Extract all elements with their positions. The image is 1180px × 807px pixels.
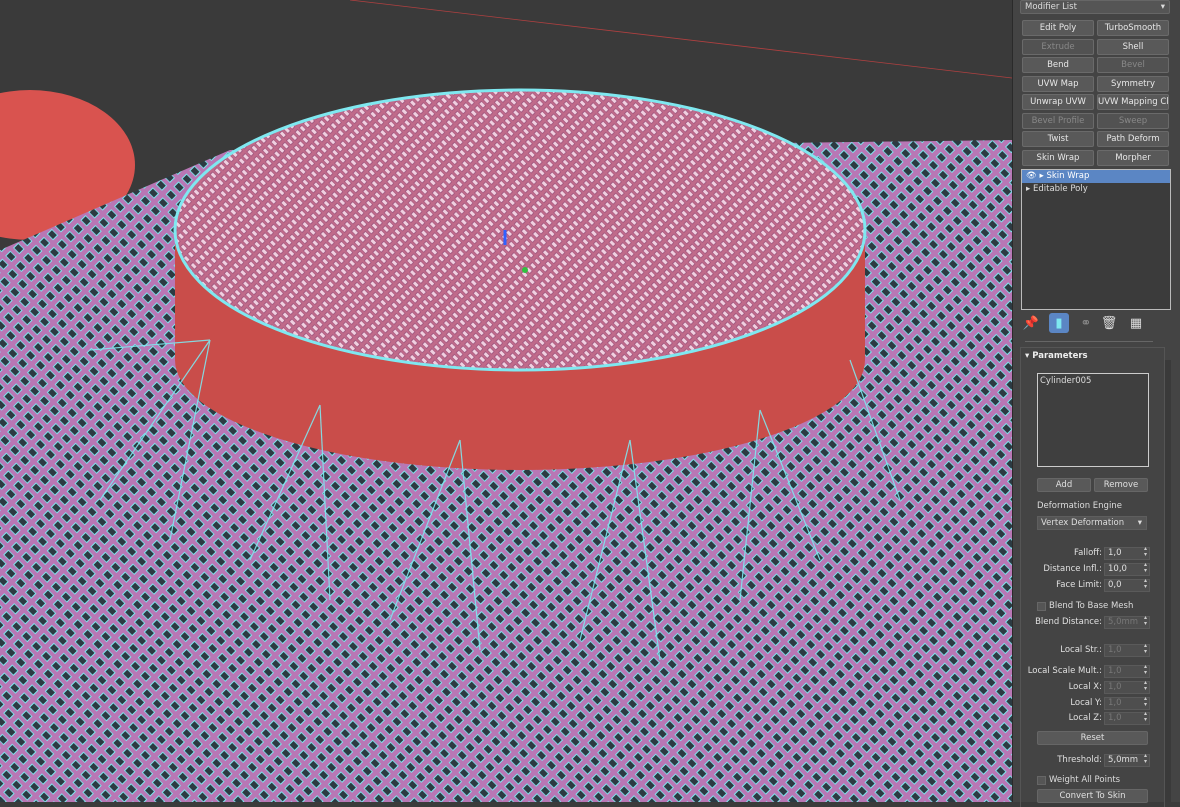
pin-stack-icon[interactable]: 📌 bbox=[1021, 313, 1041, 333]
modifier-button-twist[interactable]: Twist bbox=[1022, 131, 1094, 147]
modifier-list-dropdown[interactable]: Modifier List ▾ bbox=[1020, 0, 1170, 14]
modifier-button-unwrap-uvw[interactable]: Unwrap UVW bbox=[1022, 94, 1094, 110]
modifier-button-morpher[interactable]: Morpher bbox=[1097, 149, 1169, 166]
weight-all-points-checkbox[interactable] bbox=[1037, 776, 1046, 785]
local-x-label: Local X: bbox=[1068, 682, 1102, 692]
modifier-button-path-deform[interactable]: Path Deform bbox=[1097, 131, 1169, 147]
configure-modifier-sets-icon[interactable]: ▦ bbox=[1126, 313, 1146, 333]
modifier-button-symmetry[interactable]: Symmetry bbox=[1097, 75, 1169, 92]
modifier-stack[interactable]: 👁 ▸ Skin Wrap ▸ Editable Poly bbox=[1021, 169, 1171, 310]
scene bbox=[0, 0, 1012, 802]
modifier-button-skin-wrap[interactable]: Skin Wrap bbox=[1022, 149, 1094, 166]
falloff-label: Falloff: bbox=[1074, 548, 1102, 558]
convert-to-skin-button[interactable]: Convert To Skin bbox=[1037, 789, 1148, 803]
local-scale-mult-label: Local Scale Mult.: bbox=[1027, 666, 1102, 676]
modifier-list-label: Modifier List bbox=[1025, 2, 1077, 12]
target-list-item[interactable]: Cylinder005 bbox=[1040, 376, 1146, 386]
deformation-engine-value: Vertex Deformation bbox=[1041, 518, 1125, 528]
modifier-button-shell[interactable]: Shell bbox=[1097, 38, 1169, 55]
local-z-spinner[interactable]: 1,0 bbox=[1104, 711, 1150, 725]
modifier-button-sweep[interactable]: Sweep bbox=[1097, 112, 1169, 129]
falloff-spinner[interactable]: 1,0 bbox=[1104, 546, 1150, 560]
stack-item-label: Editable Poly bbox=[1032, 184, 1088, 194]
weight-all-points-label: Weight All Points bbox=[1049, 775, 1121, 785]
face-limit-spinner[interactable]: 0,0 bbox=[1104, 578, 1150, 592]
local-y-label: Local Y: bbox=[1070, 698, 1102, 708]
eye-icon[interactable]: 👁 bbox=[1026, 171, 1037, 181]
axis-line bbox=[349, 0, 1012, 79]
blend-to-base-checkbox[interactable] bbox=[1037, 602, 1046, 611]
make-unique-icon[interactable]: ⚭ bbox=[1076, 313, 1096, 333]
target-list[interactable]: Cylinder005 bbox=[1037, 373, 1149, 467]
local-z-label: Local Z: bbox=[1068, 713, 1102, 723]
stack-item-editable-poly[interactable]: ▸ Editable Poly bbox=[1022, 183, 1170, 196]
panel-scrollbar[interactable] bbox=[1165, 360, 1171, 802]
modifier-button-uvw-mapping-clear[interactable]: UVW Mapping Clear bbox=[1097, 94, 1169, 110]
modifier-button-bevel-profile[interactable]: Bevel Profile bbox=[1022, 112, 1094, 129]
modifier-button-uvw-map[interactable]: UVW Map bbox=[1022, 75, 1094, 92]
threshold-label: Threshold: bbox=[1057, 755, 1102, 765]
modifier-button-turbosmooth[interactable]: TurboSmooth bbox=[1097, 20, 1169, 36]
blend-distance-spinner[interactable]: 5,0mm bbox=[1104, 615, 1150, 629]
add-button[interactable]: Add bbox=[1037, 478, 1091, 492]
local-str-label: Local Str.: bbox=[1060, 645, 1102, 655]
local-x-spinner[interactable]: 1,0 bbox=[1104, 680, 1150, 694]
deformation-engine-dropdown[interactable]: Vertex Deformation ▾ bbox=[1037, 516, 1147, 530]
expand-arrow-icon[interactable]: ▸ bbox=[1040, 171, 1044, 181]
face-limit-label: Face Limit: bbox=[1056, 580, 1102, 590]
blend-to-base-label: Blend To Base Mesh bbox=[1049, 601, 1134, 611]
divider bbox=[1025, 341, 1153, 342]
remove-button[interactable]: Remove bbox=[1094, 478, 1148, 492]
local-scale-mult-spinner[interactable]: 1,0 bbox=[1104, 664, 1150, 678]
reset-button[interactable]: Reset bbox=[1037, 731, 1148, 745]
modifier-button-bevel[interactable]: Bevel bbox=[1097, 57, 1169, 73]
distance-infl-label: Distance Infl.: bbox=[1043, 564, 1102, 574]
rollout-title: Parameters bbox=[1032, 351, 1088, 361]
blend-distance-label: Blend Distance: bbox=[1035, 617, 1102, 627]
local-y-spinner[interactable]: 1,0 bbox=[1104, 696, 1150, 710]
threshold-spinner[interactable]: 5,0mm bbox=[1104, 753, 1150, 767]
chevron-down-icon: ▾ bbox=[1137, 518, 1142, 528]
chevron-down-icon: ▾ bbox=[1160, 2, 1165, 12]
viewport-3d[interactable] bbox=[0, 0, 1012, 802]
deformation-engine-label: Deformation Engine bbox=[1037, 501, 1122, 511]
modifier-button-extrude[interactable]: Extrude bbox=[1022, 38, 1094, 55]
rollout-header[interactable]: ▾ Parameters bbox=[1025, 351, 1088, 361]
show-end-result-icon[interactable]: ▮ bbox=[1049, 313, 1069, 333]
remove-modifier-icon[interactable]: 🗑 bbox=[1099, 313, 1119, 333]
stack-item-label: Skin Wrap bbox=[1046, 171, 1090, 181]
local-str-spinner[interactable]: 1,0 bbox=[1104, 643, 1150, 657]
modifier-button-bend[interactable]: Bend bbox=[1022, 57, 1094, 73]
modifier-button-edit-poly[interactable]: Edit Poly bbox=[1022, 20, 1094, 36]
distance-infl-spinner[interactable]: 10,0 bbox=[1104, 562, 1150, 576]
expand-arrow-icon[interactable]: ▸ bbox=[1026, 184, 1030, 194]
stack-item-skin-wrap[interactable]: 👁 ▸ Skin Wrap bbox=[1022, 170, 1170, 183]
